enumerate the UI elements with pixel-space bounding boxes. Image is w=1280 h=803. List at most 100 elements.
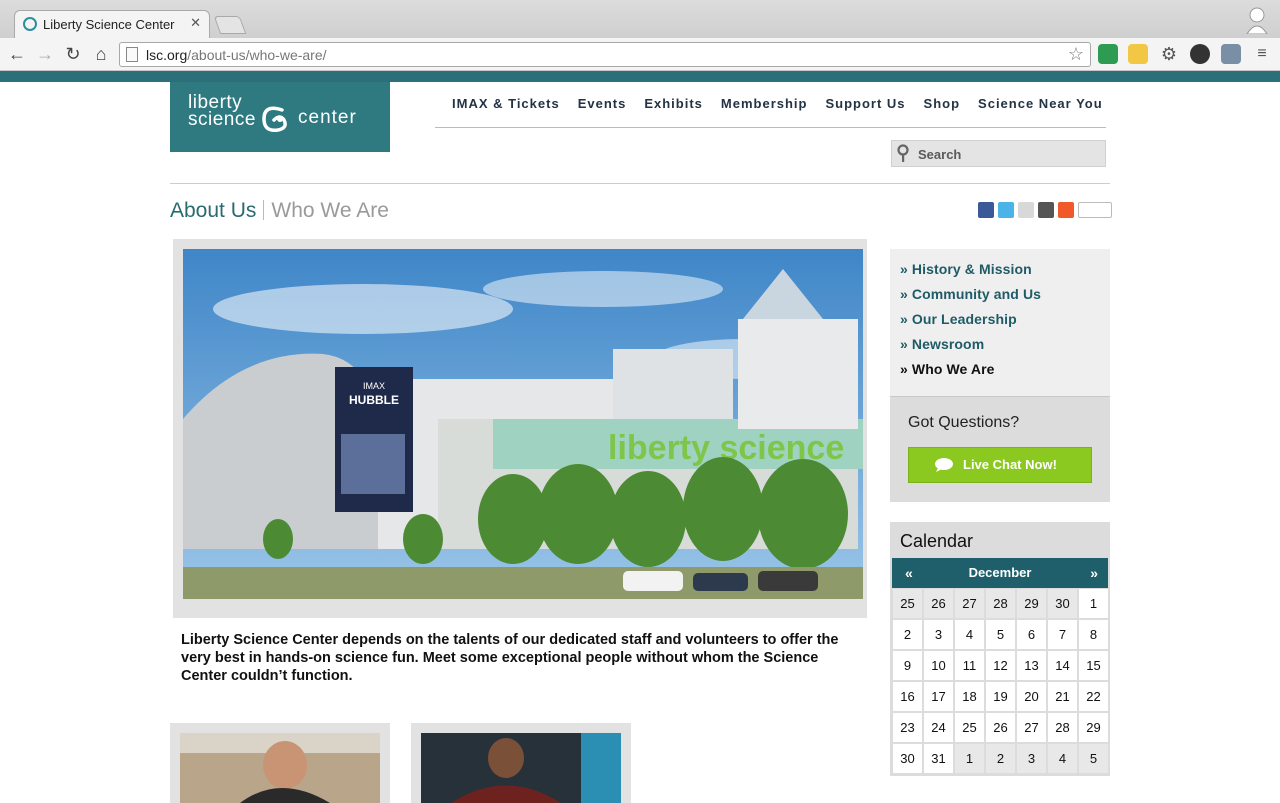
logo-swirl-icon [262,106,287,133]
subnav-who-we-are[interactable]: » Who We Are [900,361,1110,386]
extension-folder-icon[interactable] [1128,44,1148,64]
calendar-day[interactable]: 26 [924,589,953,618]
calendar-day[interactable]: 10 [924,651,953,680]
calendar-day[interactable]: 3 [1017,744,1046,773]
calendar-day[interactable]: 31 [924,744,953,773]
calendar-day[interactable]: 15 [1079,651,1108,680]
extension-sync-icon[interactable] [1098,44,1118,64]
calendar-title: Calendar [900,531,974,551]
calendar-day[interactable]: 26 [986,713,1015,742]
calendar-day[interactable]: 19 [986,682,1015,711]
calendar-day[interactable]: 21 [1048,682,1077,711]
nav-membership[interactable]: Membership [721,96,808,114]
calendar-day[interactable]: 11 [955,651,984,680]
nav-exhibits[interactable]: Exhibits [644,96,703,114]
calendar-day[interactable]: 4 [955,620,984,649]
calendar-month: December [968,565,1032,580]
calendar-day[interactable]: 17 [924,682,953,711]
subnav-leadership[interactable]: » Our Leadership [900,311,1110,336]
calendar-next-button[interactable]: » [1090,565,1098,581]
back-arrow-icon[interactable]: ← [6,43,28,65]
calendar-day[interactable]: 25 [955,713,984,742]
address-bar[interactable]: lsc.org/about-us/who-we-are/ ☆ [119,42,1091,67]
calendar-day[interactable]: 16 [893,682,922,711]
logo-text-center: center [298,107,357,128]
search-input[interactable]: Search [891,140,1106,167]
calendar-day[interactable]: 5 [1079,744,1108,773]
calendar-day[interactable]: 13 [1017,651,1046,680]
nav-science-near-you[interactable]: Science Near You [978,96,1103,114]
calendar-day[interactable]: 24 [924,713,953,742]
tab-title: Liberty Science Center [43,17,175,32]
banner-imax-text: IMAX [363,381,385,391]
subnav-newsroom[interactable]: » Newsroom [900,336,1110,361]
calendar-day[interactable]: 25 [893,589,922,618]
close-tab-icon[interactable]: ✕ [190,15,201,31]
url-text: lsc.org/about-us/who-we-are/ [146,47,327,63]
live-chat-label: Live Chat Now! [963,457,1057,472]
about-subnav: » History & Mission » Community and Us »… [890,249,1110,396]
new-tab-button[interactable] [213,16,247,34]
twitter-icon[interactable] [998,202,1014,218]
calendar-day[interactable]: 27 [955,589,984,618]
forward-arrow-icon[interactable]: → [34,43,56,65]
breadcrumb-section[interactable]: About Us [170,199,256,222]
calendar-grid: 25 26 27 28 29 30 1 2 3 4 5 6 7 8 9 10 11 12 13 14 15 16 17 18 1… [892,588,1108,774]
calendar-day[interactable]: 30 [1048,589,1077,618]
extension-camera-icon[interactable] [1221,44,1241,64]
nav-divider [435,127,1106,128]
calendar-day[interactable]: 28 [986,589,1015,618]
calendar-day[interactable]: 7 [1048,620,1077,649]
staff-photo-1[interactable] [180,733,380,803]
calendar-day[interactable]: 23 [893,713,922,742]
calendar-day[interactable]: 30 [893,744,922,773]
calendar-prev-button[interactable]: « [905,565,913,581]
calendar-day[interactable]: 5 [986,620,1015,649]
nav-events[interactable]: Events [578,96,627,114]
bookmark-star-icon[interactable]: ☆ [1068,44,1084,65]
nav-support-us[interactable]: Support Us [825,96,905,114]
calendar-day[interactable]: 2 [986,744,1015,773]
calendar-day[interactable]: 9 [893,651,922,680]
live-chat-button[interactable]: Live Chat Now! [908,447,1092,483]
calendar-day[interactable]: 28 [1048,713,1077,742]
subnav-community[interactable]: » Community and Us [900,286,1110,311]
calendar-day[interactable]: 2 [893,620,922,649]
calendar-day[interactable]: 4 [1048,744,1077,773]
extension-gear-icon[interactable]: ⚙ [1159,44,1179,64]
header-divider [170,183,1110,184]
nav-shop[interactable]: Shop [924,96,961,114]
calendar-day[interactable]: 29 [1079,713,1108,742]
breadcrumb: About Us Who We Are [170,199,389,223]
calendar-day[interactable]: 29 [1017,589,1046,618]
calendar-day[interactable]: 18 [955,682,984,711]
calendar-day[interactable]: 22 [1079,682,1108,711]
menu-icon[interactable]: ≡ [1252,44,1272,64]
facebook-icon[interactable] [978,202,994,218]
calendar-day[interactable]: 1 [955,744,984,773]
share-toolbar [978,202,1112,218]
profile-icon[interactable] [1246,6,1268,34]
calendar-day[interactable]: 1 [1079,589,1108,618]
subnav-history-mission[interactable]: » History & Mission [900,261,1110,286]
reload-icon[interactable]: ↻ [62,43,84,65]
home-icon[interactable]: ⌂ [90,43,112,65]
main-nav: IMAX & Tickets Events Exhibits Membershi… [452,96,1103,114]
email-icon[interactable] [1018,202,1034,218]
calendar-day[interactable]: 12 [986,651,1015,680]
calendar-day[interactable]: 20 [1017,682,1046,711]
calendar-day[interactable]: 8 [1079,620,1108,649]
nav-imax-tickets[interactable]: IMAX & Tickets [452,96,560,114]
site-logo[interactable]: liberty science center [170,82,390,152]
addthis-plus-icon[interactable] [1058,202,1074,218]
chat-bubble-icon [935,458,953,472]
calendar-day[interactable]: 14 [1048,651,1077,680]
banner-hubble-text: HUBBLE [349,393,399,407]
calendar-day[interactable]: 3 [924,620,953,649]
staff-photo-2[interactable] [421,733,621,803]
calendar-day[interactable]: 27 [1017,713,1046,742]
print-icon[interactable] [1038,202,1054,218]
calendar-day[interactable]: 6 [1017,620,1046,649]
browser-tab[interactable]: Liberty Science Center ✕ [14,10,210,38]
extension-circle-icon[interactable] [1190,44,1210,64]
